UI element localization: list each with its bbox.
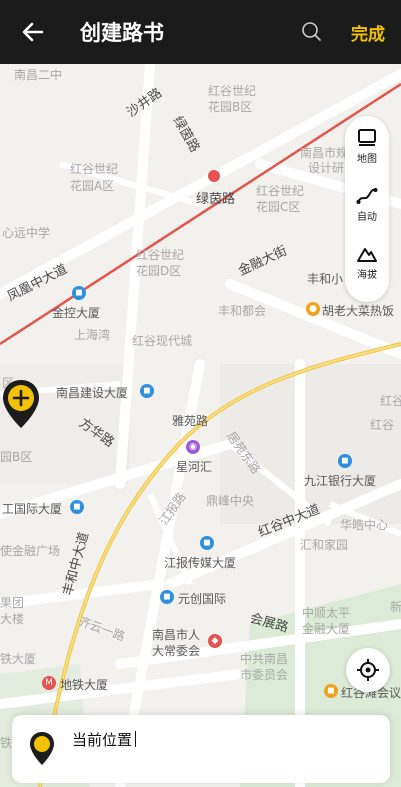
- map-label: 丰和小: [307, 272, 344, 286]
- map-label: 园B区: [0, 450, 33, 464]
- map-label: 新: [390, 600, 401, 614]
- metro-poi-icon: M: [42, 676, 56, 690]
- map-label: 胡老大菜热饭: [322, 304, 395, 318]
- building-poi-icon: ◼: [160, 590, 174, 604]
- map-label: 金融大厦: [302, 622, 351, 636]
- map-label: 星河汇: [176, 460, 213, 474]
- map-label: 上海湾: [74, 328, 111, 342]
- map-label: 心远中学: [2, 226, 51, 240]
- route-icon: [356, 188, 378, 204]
- map-label: 花园C区: [256, 200, 301, 214]
- altitude-button[interactable]: 海拔: [345, 240, 389, 292]
- government-poi-icon: ◆: [208, 634, 222, 648]
- altitude-label: 海拔: [357, 270, 377, 281]
- map-label: 工国际大厦: [2, 502, 63, 516]
- map-label: 红谷: [380, 394, 401, 408]
- building-poi-icon: ◼: [200, 536, 214, 550]
- crosshair-icon: [357, 659, 379, 681]
- map-label: 元创国际: [178, 592, 227, 606]
- map-controls-panel: 地图 自动 海拔: [345, 116, 389, 302]
- map-label: 大楼: [0, 612, 25, 626]
- auto-route-button[interactable]: 自动: [345, 182, 389, 234]
- map-mode-label: 地图: [357, 154, 377, 165]
- venue-poi-icon: ◼: [324, 684, 338, 698]
- map-label: 大常委会: [152, 644, 201, 658]
- building-poi-icon: ◼: [72, 286, 86, 300]
- map-label: 丰和都会: [218, 304, 267, 318]
- map-label: 红谷现代城: [132, 334, 193, 348]
- map-label: 南昌二中: [14, 68, 63, 82]
- map-label: 鼎峰中央: [206, 494, 255, 508]
- mountain-icon: [357, 248, 377, 262]
- map-label: 铁大厦: [0, 652, 37, 666]
- map-view[interactable]: 南昌二中 沙井路 红谷世纪 花园B区 绿茵路 绿茵路 红谷世纪 花园A区 南昌市…: [0, 64, 401, 787]
- page-title: 创建路书: [80, 21, 164, 45]
- map-label: 红谷世纪: [256, 184, 305, 198]
- map-label: 中共南昌: [240, 652, 289, 666]
- map-label: 地铁大厦: [60, 678, 109, 692]
- map-label: 红谷世纪: [208, 84, 257, 98]
- map-label: 金控大厦: [52, 306, 101, 320]
- auto-route-label: 自动: [357, 212, 377, 223]
- map-label: 雅苑路: [172, 414, 209, 428]
- map-label: 花园D区: [136, 264, 182, 278]
- building-poi-icon: ◼: [70, 500, 84, 514]
- map-label: 铁: [0, 736, 13, 750]
- map-label: 江报传媒大厦: [164, 556, 237, 570]
- map-label: 红谷世纪: [70, 162, 119, 176]
- map-label: 九江银行大厦: [304, 474, 377, 488]
- shopping-poi-icon: ◉: [186, 440, 200, 454]
- current-location-card[interactable]: 当前位置: [12, 715, 390, 783]
- map-label: 使金融广场: [0, 544, 61, 558]
- map-label: 南昌市人: [152, 628, 201, 642]
- current-location-text: 当前位置: [72, 731, 133, 749]
- map-mode-button[interactable]: 地图: [345, 124, 389, 176]
- map-label: 果团: [0, 596, 25, 610]
- top-bar: 创建路书 完成: [0, 0, 401, 64]
- map-label: 红谷: [370, 418, 395, 432]
- building-poi-icon: ◼: [140, 384, 154, 398]
- map-label: 市委员会: [240, 668, 289, 682]
- back-arrow-icon[interactable]: [20, 19, 46, 45]
- bank-poi-icon: ◼: [338, 454, 352, 468]
- map-label: 绿茵路: [196, 192, 236, 207]
- map-center-pin-icon[interactable]: [0, 378, 42, 432]
- map-layers-icon: [358, 129, 376, 146]
- current-location-text-wrap[interactable]: 当前位置: [72, 729, 137, 750]
- locate-me-button[interactable]: [346, 648, 390, 692]
- done-button[interactable]: 完成: [351, 20, 385, 45]
- restaurant-poi-icon: ●: [306, 302, 320, 316]
- map-label: 汇和家园: [300, 538, 349, 552]
- map-label: 中顺太平: [302, 606, 351, 620]
- search-icon[interactable]: [301, 21, 323, 43]
- map-label: 华皓中心: [340, 518, 389, 532]
- map-label: 花园B区: [208, 100, 253, 114]
- text-cursor: [135, 731, 137, 747]
- location-pin-icon: [30, 732, 54, 765]
- map-label: 花园A区: [70, 179, 115, 193]
- map-label: 南昌建设大厦: [56, 386, 129, 400]
- map-label: 红谷世纪: [136, 248, 185, 262]
